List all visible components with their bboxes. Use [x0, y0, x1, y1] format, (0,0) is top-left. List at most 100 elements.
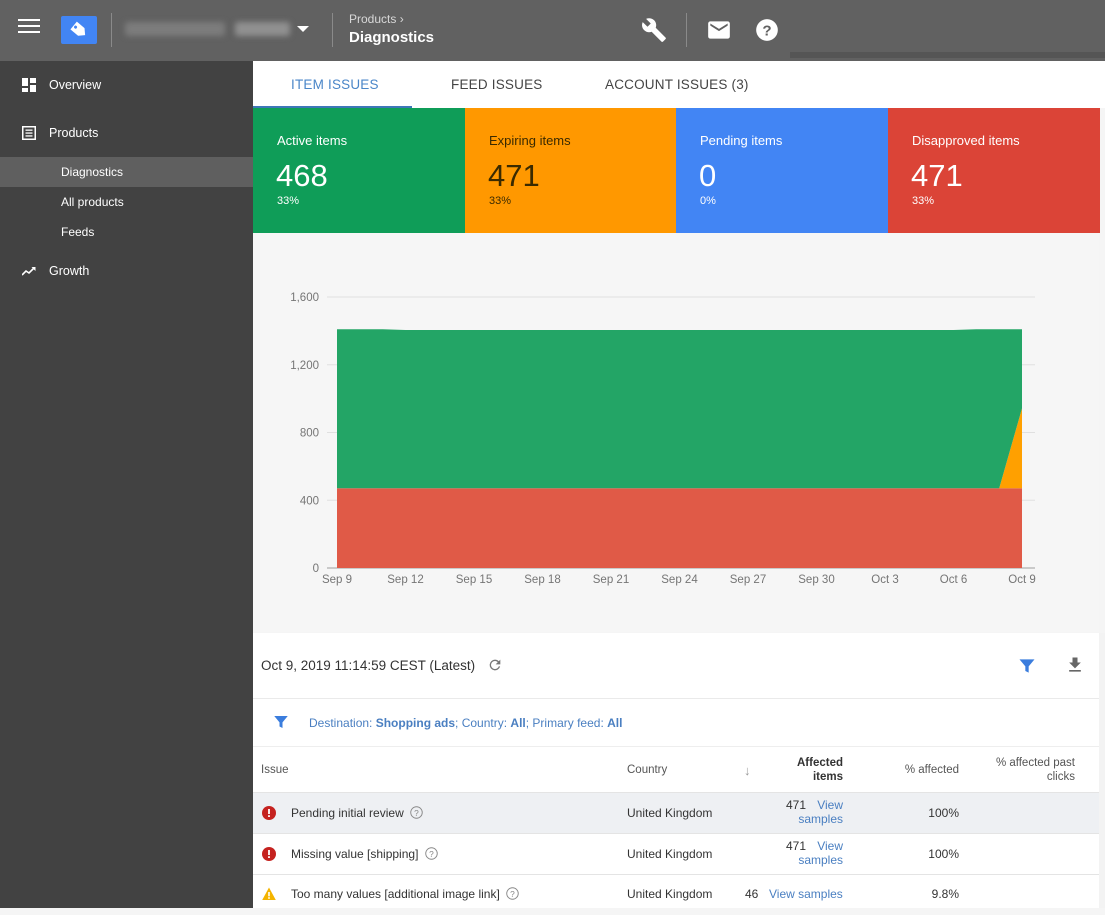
header-line: items — [812, 771, 843, 783]
percent-affected: 100% — [928, 847, 959, 861]
item-status-chart: 0 400 800 1,200 1,600 Sep 9 Sep 12 Sep 15 Sep 1… — [253, 233, 1099, 632]
sidebar-item-products[interactable]: Products — [0, 118, 253, 148]
sidebar-item-label: Overview — [49, 78, 102, 92]
issue-name[interactable]: Pending initial review — [291, 806, 404, 820]
sidebar-item-growth[interactable]: Growth — [0, 256, 253, 286]
area-disapproved-items[interactable] — [337, 488, 1022, 568]
sidebar-item-label: All products — [61, 195, 124, 209]
account-name-redacted — [125, 22, 225, 36]
account-id-redacted — [235, 22, 290, 36]
account-dropdown-icon[interactable] — [297, 26, 309, 32]
filter-destination-label: Destination: — [309, 716, 376, 730]
filter-icon[interactable] — [1017, 656, 1037, 676]
column-header-percent-affected[interactable]: % affected — [859, 764, 959, 776]
filter-feed-label: ; Primary feed: — [525, 716, 608, 730]
sidebar-item-all-products[interactable]: All products — [0, 187, 253, 217]
divider — [686, 13, 687, 47]
card-value: 468 — [276, 158, 328, 193]
issues-panel: Oct 9, 2019 11:14:59 CEST (Latest) Desti… — [253, 633, 1099, 908]
y-tick-label: 0 — [313, 563, 319, 575]
mail-icon[interactable] — [706, 17, 732, 43]
link-line: samples — [798, 853, 843, 867]
sort-descending-icon[interactable]: ↓ — [744, 763, 751, 778]
x-tick-label: Sep 21 — [593, 574, 629, 586]
link-line: View — [817, 798, 843, 812]
menu-icon[interactable] — [18, 19, 40, 37]
link-line: View — [817, 839, 843, 853]
card-expiring-items[interactable]: Expiring items 471 33% — [465, 108, 677, 233]
help-circle-icon[interactable]: ? — [410, 806, 423, 819]
trending-up-icon — [21, 264, 36, 278]
topbar-shadow — [790, 52, 1105, 58]
table-row[interactable]: Missing value [shipping] ? United Kingdo… — [253, 833, 1099, 874]
table-row[interactable]: Too many values [additional image link] … — [253, 874, 1099, 915]
active-filters[interactable]: Destination: Shopping ads; Country: All;… — [253, 699, 1099, 746]
view-samples-link[interactable]: View samples — [793, 839, 843, 867]
tag-logo-icon[interactable] — [61, 16, 97, 44]
column-header-country[interactable]: Country — [627, 764, 667, 776]
y-tick-label: 1,600 — [290, 292, 319, 304]
y-tick-label: 800 — [300, 428, 319, 440]
column-header-percent-past-clicks[interactable]: % affected past clicks — [973, 756, 1075, 784]
sidebar-item-label: Diagnostics — [61, 165, 124, 179]
x-tick-label: Oct 3 — [871, 574, 898, 586]
filter-destination-value: Shopping ads — [375, 716, 456, 730]
filter-country-label: ; Country: — [455, 716, 511, 730]
sidebar: Overview Products Diagnostics All produc… — [0, 61, 253, 908]
sidebar-item-feeds[interactable]: Feeds — [0, 217, 253, 247]
svg-text:?: ? — [429, 849, 434, 859]
svg-text:?: ? — [762, 22, 771, 39]
card-label: Disapproved items — [912, 133, 1020, 148]
breadcrumb[interactable]: Products › — [349, 12, 404, 26]
filter-feed-value: All — [607, 716, 623, 730]
sidebar-item-diagnostics[interactable]: Diagnostics — [0, 157, 253, 187]
issue-name[interactable]: Too many values [additional image link] — [291, 887, 500, 901]
card-percent: 0% — [700, 195, 716, 207]
card-value: 0 — [699, 158, 717, 193]
breadcrumb-products[interactable]: Products — [349, 12, 396, 26]
filter-summary[interactable]: Destination: Shopping ads; Country: All;… — [309, 716, 622, 730]
data-timestamp: Oct 9, 2019 11:14:59 CEST (Latest) — [261, 658, 476, 673]
x-tick-label: Sep 30 — [798, 574, 834, 586]
card-label: Pending items — [700, 133, 783, 148]
card-disapproved-items[interactable]: Disapproved items 471 33% — [888, 108, 1100, 233]
filter-icon — [272, 713, 290, 731]
stacked-area-chart: 0 400 800 1,200 1,600 Sep 9 Sep 12 Sep 15 Sep 1… — [290, 292, 1036, 586]
x-tick-label: Sep 12 — [387, 574, 423, 586]
table-row[interactable]: Pending initial review ? United Kingdom … — [253, 792, 1099, 833]
y-tick-label: 400 — [300, 495, 319, 507]
view-samples-link[interactable]: View samples — [793, 798, 843, 826]
card-percent: 33% — [912, 195, 935, 207]
country-cell: United Kingdom — [627, 887, 713, 901]
column-header-issue[interactable]: Issue — [261, 764, 289, 776]
card-label: Active items — [277, 133, 348, 148]
error-icon — [262, 806, 276, 820]
tab-account-issues[interactable]: ACCOUNT ISSUES (3) — [605, 61, 749, 108]
x-tick-label: Sep 15 — [456, 574, 492, 586]
help-icon[interactable]: ? — [754, 17, 780, 43]
area-active-items[interactable] — [337, 329, 1022, 489]
country-cell: United Kingdom — [627, 847, 713, 861]
issue-name[interactable]: Missing value [shipping] — [291, 847, 418, 861]
card-active-items[interactable]: Active items 468 33% — [253, 108, 465, 233]
header-line: Affected — [796, 757, 843, 769]
wrench-icon[interactable] — [641, 17, 667, 43]
help-circle-icon[interactable]: ? — [506, 887, 519, 900]
card-pending-items[interactable]: Pending items 0 0% — [676, 108, 888, 233]
divider — [332, 13, 333, 47]
y-tick-label: 1,200 — [290, 360, 319, 372]
download-icon[interactable] — [1065, 655, 1085, 675]
help-circle-icon[interactable]: ? — [425, 847, 438, 860]
percent-affected: 100% — [928, 806, 959, 820]
refresh-icon[interactable] — [487, 657, 503, 673]
divider — [111, 13, 112, 47]
view-samples-link[interactable]: View samples — [769, 887, 843, 901]
error-icon — [262, 847, 276, 861]
chevron-right-icon: › — [399, 12, 404, 26]
column-header-affected-items[interactable]: Affected items — [753, 756, 843, 784]
tab-item-issues[interactable]: ITEM ISSUES — [291, 61, 379, 108]
svg-text:?: ? — [414, 808, 419, 818]
sidebar-item-overview[interactable]: Overview — [0, 70, 253, 100]
x-tick-label: Sep 24 — [661, 574, 698, 586]
tab-feed-issues[interactable]: FEED ISSUES — [451, 61, 542, 108]
